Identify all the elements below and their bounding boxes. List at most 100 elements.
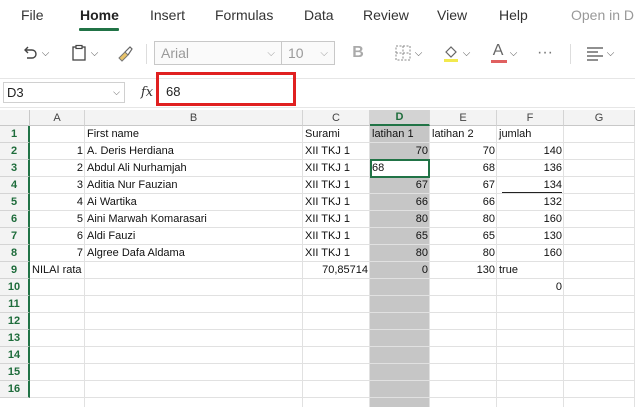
paste-button[interactable]: ⌵ bbox=[64, 40, 104, 66]
menu-review[interactable]: Review bbox=[363, 7, 409, 23]
font-size-select[interactable]: 10 ⌵ bbox=[281, 41, 335, 65]
cell-b5[interactable]: Ai Wartika bbox=[85, 194, 303, 211]
cell-d5[interactable]: 66 bbox=[370, 194, 430, 211]
cell-f3[interactable]: 136 bbox=[497, 160, 564, 177]
cell-f8[interactable]: 160 bbox=[497, 245, 564, 262]
cell-e9[interactable]: 130 bbox=[430, 262, 497, 279]
row-header-13[interactable]: 13 bbox=[0, 330, 30, 347]
cell-c5[interactable]: XII TKJ 1 bbox=[303, 194, 370, 211]
cell-a6[interactable]: 5 bbox=[30, 211, 85, 228]
row-header-7[interactable]: 7 bbox=[0, 228, 30, 245]
cell-e7[interactable]: 65 bbox=[430, 228, 497, 245]
cell-a3[interactable]: 2 bbox=[30, 160, 85, 177]
cell-c9[interactable]: 70,85714 bbox=[303, 262, 370, 279]
menu-help[interactable]: Help bbox=[499, 7, 528, 23]
menu-formulas[interactable]: Formulas bbox=[215, 7, 273, 23]
row-header-6[interactable]: 6 bbox=[0, 211, 30, 228]
clipboard-icon bbox=[72, 44, 86, 61]
cell-d3[interactable]: 68 bbox=[370, 160, 430, 177]
cell-e3[interactable]: 68 bbox=[430, 160, 497, 177]
select-all-corner[interactable] bbox=[0, 110, 30, 126]
cell-f7[interactable]: 130 bbox=[497, 228, 564, 245]
bold-button[interactable]: B bbox=[345, 40, 371, 66]
cell-d9[interactable]: 0 bbox=[370, 262, 430, 279]
cell-b8[interactable]: Algree Dafa Aldama bbox=[85, 245, 303, 262]
cell-a2[interactable]: 1 bbox=[30, 143, 85, 160]
row-header-1[interactable]: 1 bbox=[0, 126, 30, 143]
column-header-a[interactable]: A bbox=[30, 110, 85, 126]
cell-c1[interactable]: Surami bbox=[303, 126, 370, 143]
cell-c7[interactable]: XII TKJ 1 bbox=[303, 228, 370, 245]
cell-e2[interactable]: 70 bbox=[430, 143, 497, 160]
cell-c4[interactable]: XII TKJ 1 bbox=[303, 177, 370, 194]
cell-e8[interactable]: 80 bbox=[430, 245, 497, 262]
cell-d8[interactable]: 80 bbox=[370, 245, 430, 262]
menu-view[interactable]: View bbox=[437, 7, 467, 23]
row-header-16[interactable]: 16 bbox=[0, 381, 30, 398]
cell-d7[interactable]: 65 bbox=[370, 228, 430, 245]
menu-file[interactable]: File bbox=[21, 7, 44, 23]
column-header-d[interactable]: D bbox=[370, 110, 430, 126]
column-header-c[interactable]: C bbox=[303, 110, 370, 126]
borders-button[interactable]: ⌵ bbox=[388, 40, 428, 66]
row-header-12[interactable]: 12 bbox=[0, 313, 30, 330]
menu-open-in-desktop[interactable]: Open in D bbox=[571, 7, 634, 23]
menu-data[interactable]: Data bbox=[304, 7, 334, 23]
cell-c3[interactable]: XII TKJ 1 bbox=[303, 160, 370, 177]
cell-f6[interactable]: 160 bbox=[497, 211, 564, 228]
cell-a5[interactable]: 4 bbox=[30, 194, 85, 211]
cell-d6[interactable]: 80 bbox=[370, 211, 430, 228]
cell-e5[interactable]: 66 bbox=[430, 194, 497, 211]
cell-b3[interactable]: Abdul Ali Nurhamjah bbox=[85, 160, 303, 177]
format-painter-button[interactable] bbox=[112, 40, 138, 66]
cell-e4[interactable]: 67 bbox=[430, 177, 497, 194]
function-icon[interactable]: fx bbox=[136, 82, 158, 103]
cell-c2[interactable]: XII TKJ 1 bbox=[303, 143, 370, 160]
cell-d1[interactable]: latihan 1 bbox=[370, 126, 430, 143]
row-header-8[interactable]: 8 bbox=[0, 245, 30, 262]
row-header-11[interactable]: 11 bbox=[0, 296, 30, 313]
cell-f2[interactable]: 140 bbox=[497, 143, 564, 160]
more-options-button[interactable]: ··· bbox=[532, 40, 558, 66]
cell-a9[interactable]: NILAI rata bbox=[30, 262, 85, 279]
cell-a8[interactable]: 7 bbox=[30, 245, 85, 262]
cell-f9[interactable]: true bbox=[497, 262, 564, 279]
cell-f10[interactable]: 0 bbox=[497, 279, 564, 296]
cell-b6[interactable]: Aini Marwah Komarasari bbox=[85, 211, 303, 228]
cell-b2[interactable]: A. Deris Herdiana bbox=[85, 143, 303, 160]
spreadsheet-grid[interactable]: A B C D E F G 1 2 3 4 5 6 7 8 9 10 11 12 13 14 15 16 First name… bbox=[0, 110, 635, 407]
menu-home[interactable]: Home bbox=[80, 7, 119, 23]
cell-b4[interactable]: Aditia Nur Fauzian bbox=[85, 177, 303, 194]
cell-d2[interactable]: 70 bbox=[370, 143, 430, 160]
row-header-3[interactable]: 3 bbox=[0, 160, 30, 177]
undo-button[interactable]: ⌵ bbox=[16, 40, 54, 66]
column-header-f[interactable]: F bbox=[497, 110, 564, 126]
name-box[interactable]: D3 ⌵ bbox=[3, 82, 125, 103]
cell-b1[interactable]: First name bbox=[85, 126, 303, 143]
column-header-e[interactable]: E bbox=[430, 110, 497, 126]
cell-b7[interactable]: Aldi Fauzi bbox=[85, 228, 303, 245]
cell-a4[interactable]: 3 bbox=[30, 177, 85, 194]
row-header-10[interactable]: 10 bbox=[0, 279, 30, 296]
align-button[interactable]: ⌵ bbox=[580, 40, 620, 66]
row-header-9[interactable]: 9 bbox=[0, 262, 30, 279]
cell-c8[interactable]: XII TKJ 1 bbox=[303, 245, 370, 262]
column-header-b[interactable]: B bbox=[85, 110, 303, 126]
row-header-14[interactable]: 14 bbox=[0, 347, 30, 364]
cell-d4[interactable]: 67 bbox=[370, 177, 430, 194]
font-color-button[interactable]: A ⌵ bbox=[484, 40, 524, 66]
row-header-2[interactable]: 2 bbox=[0, 143, 30, 160]
font-name-select[interactable]: Arial ⌵ bbox=[154, 41, 282, 65]
cell-e1[interactable]: latihan 2 bbox=[430, 126, 497, 143]
cell-e6[interactable]: 80 bbox=[430, 211, 497, 228]
cell-a7[interactable]: 6 bbox=[30, 228, 85, 245]
menu-insert[interactable]: Insert bbox=[150, 7, 185, 23]
row-header-4[interactable]: 4 bbox=[0, 177, 30, 194]
row-header-15[interactable]: 15 bbox=[0, 364, 30, 381]
fill-color-button[interactable]: ⌵ bbox=[436, 40, 476, 66]
cell-f5[interactable]: 132 bbox=[497, 194, 564, 211]
row-header-5[interactable]: 5 bbox=[0, 194, 30, 211]
column-header-g[interactable]: G bbox=[564, 110, 635, 126]
cell-f1[interactable]: jumlah bbox=[497, 126, 564, 143]
cell-c6[interactable]: XII TKJ 1 bbox=[303, 211, 370, 228]
